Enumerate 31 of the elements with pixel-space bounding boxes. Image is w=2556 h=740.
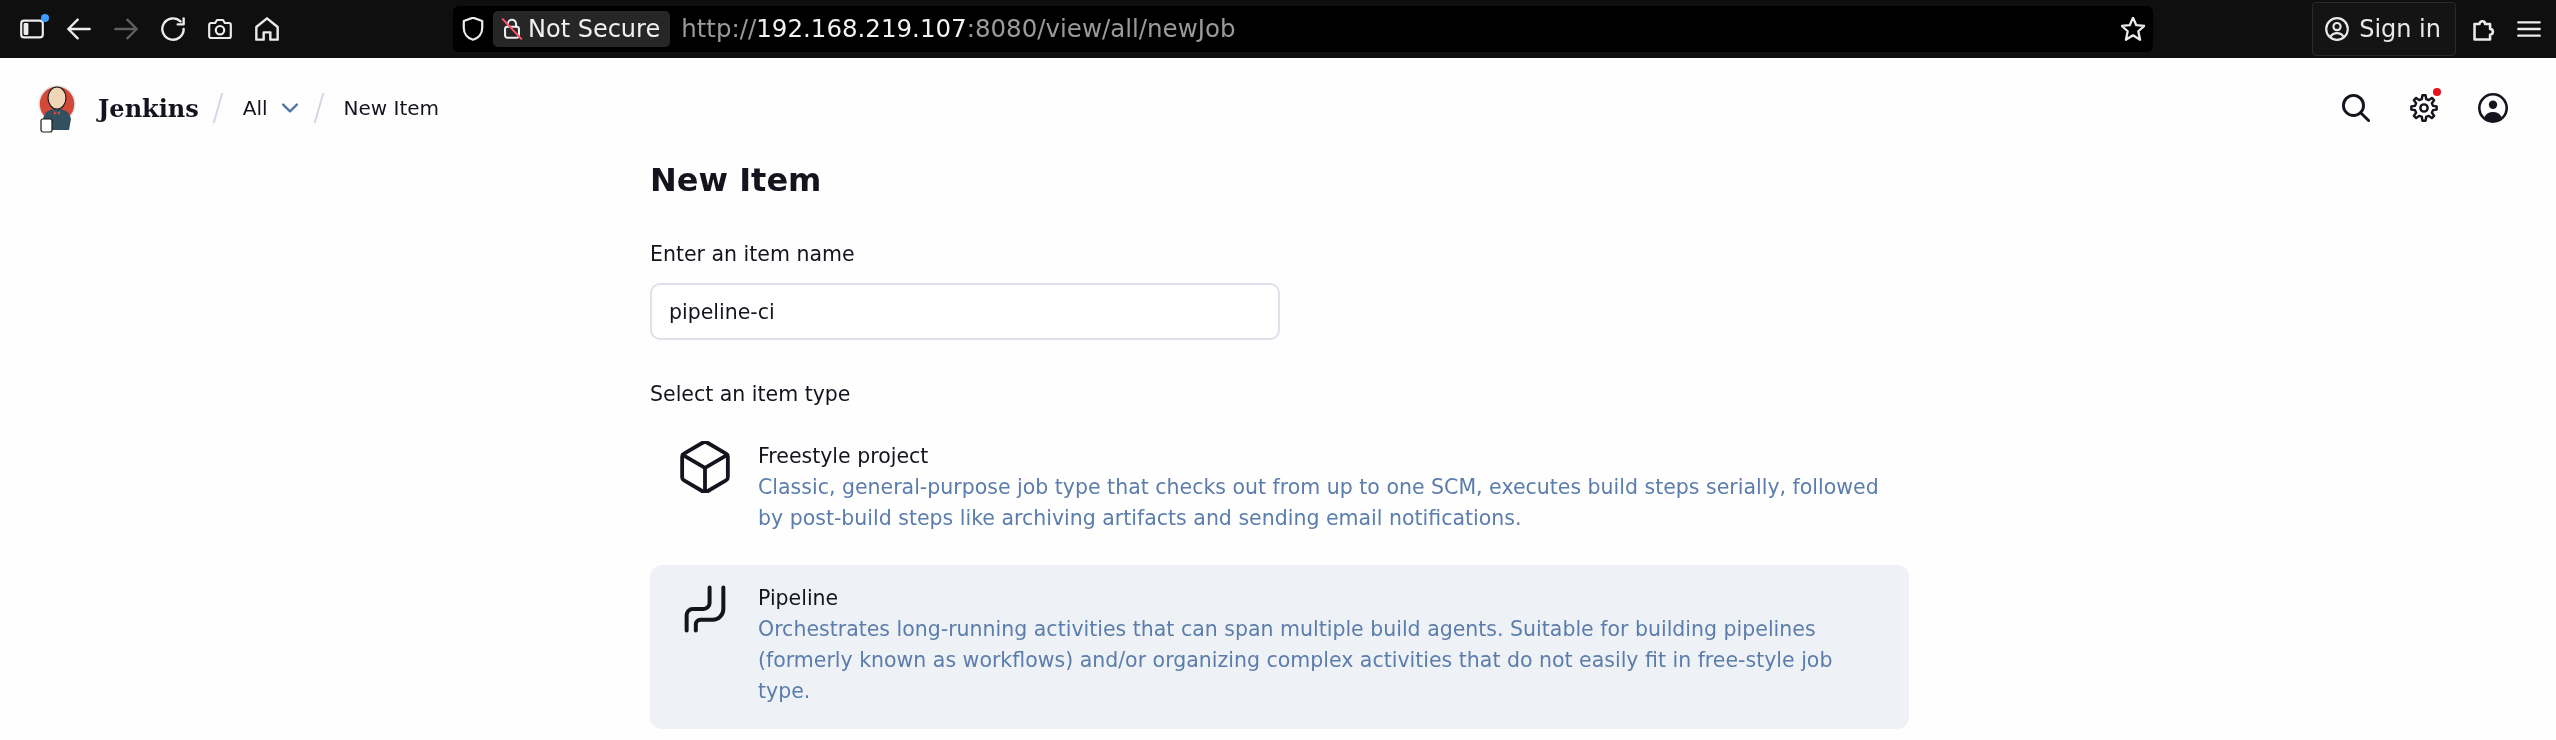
sign-in-button[interactable]: Sign in — [2312, 2, 2456, 56]
item-type-title: Pipeline — [758, 585, 839, 612]
not-secure-button[interactable]: Not Secure — [493, 11, 671, 47]
logo-text[interactable]: Jenkins — [98, 93, 199, 123]
settings-icon[interactable] — [2410, 94, 2438, 122]
puzzle-icon[interactable] — [2471, 17, 2495, 41]
chevron-down-icon[interactable] — [281, 103, 298, 113]
url-field[interactable]: http://192.168.219.107:8080/view/all/newJob — [681, 11, 2121, 47]
back-arrow-icon[interactable] — [67, 17, 91, 41]
star-icon[interactable] — [2121, 17, 2145, 41]
sidebar-icon[interactable] — [20, 17, 44, 41]
cube-icon — [680, 441, 730, 493]
item-type-description: Classic, general-purpose job type that checks out from up to one SCM, executes build steps serially, followed by post-build steps like archiving artifacts and sending email notifications. — [758, 474, 1880, 532]
field-label: Enter an item name — [650, 241, 855, 268]
section-label: Select an item type — [650, 381, 851, 408]
shield-icon[interactable] — [461, 17, 485, 41]
item-name-input[interactable]: pipeline-ci — [650, 283, 1280, 340]
breadcrumb-link[interactable]: All — [242, 96, 268, 120]
item-type-option[interactable] — [650, 565, 1909, 729]
page-title: New Item — [650, 160, 822, 201]
camera-icon[interactable] — [208, 17, 232, 41]
crossed-lock-icon — [501, 18, 523, 40]
item-type-description: Orchestrates long-running activities that can span multiple build agents. Suitable for building pipelines (formerly known as workflows) and/or organizing complex activities that do not easily fit in free-style job type. — [758, 616, 1834, 705]
mascot-logo-icon[interactable] — [36, 82, 78, 134]
account-icon[interactable] — [2478, 93, 2508, 123]
account-icon — [2325, 17, 2350, 41]
home-icon[interactable] — [255, 17, 279, 41]
breadcrumb-current: New Item — [343, 96, 440, 120]
item-type-title: Freestyle project — [758, 443, 929, 470]
reload-icon[interactable] — [161, 17, 185, 41]
search-icon[interactable] — [2342, 94, 2370, 122]
